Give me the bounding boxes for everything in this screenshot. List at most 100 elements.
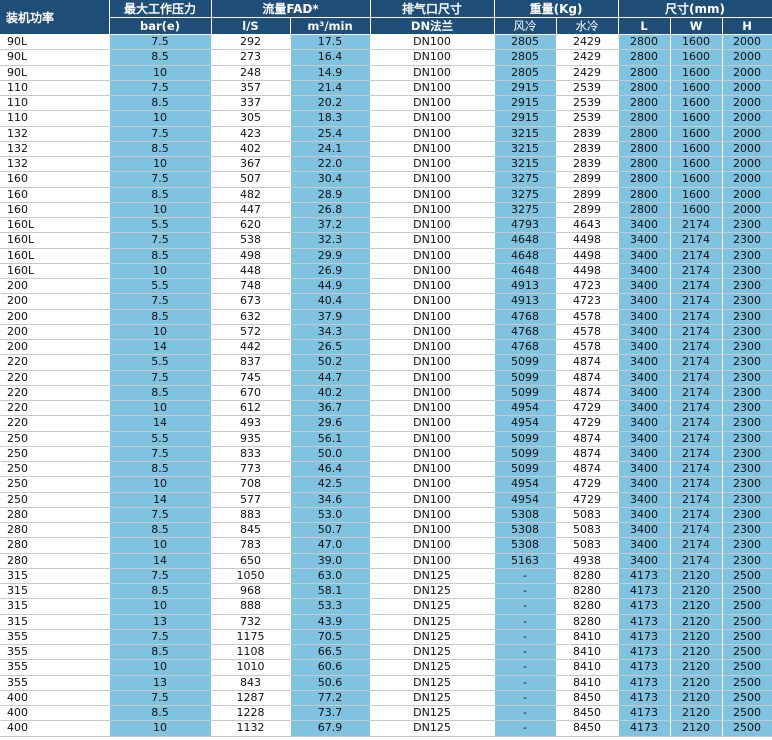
- cell-pressure: 10: [109, 400, 212, 417]
- cell-outlet: DN125: [370, 675, 495, 691]
- cell-weight-water: 2899: [556, 202, 619, 219]
- cell-weight-air: 3275: [494, 187, 557, 203]
- table-row: 200 10 572 34.3 DN100 4768 4578 3400 2174 2300: [0, 324, 772, 341]
- cell-weight-air: 2805: [494, 65, 557, 81]
- cell-flow-m3: 50.0: [290, 446, 371, 463]
- cell-flow-m3: 22.0: [290, 156, 371, 173]
- cell-flow-ls: 447: [211, 202, 291, 219]
- cell-power: 355: [0, 675, 110, 691]
- cell-dim-h: 2300: [722, 415, 772, 432]
- cell-dim-w: 2174: [670, 431, 723, 447]
- cell-flow-m3: 63.0: [290, 568, 371, 585]
- cell-pressure: 10: [109, 324, 212, 341]
- table-row: 132 10 367 22.0 DN100 3215 2839 2800 1600 2000: [0, 156, 772, 173]
- cell-dim-h: 2500: [722, 598, 772, 615]
- cell-dim-l: 3400: [618, 370, 671, 386]
- cell-flow-m3: 60.6: [290, 659, 371, 676]
- cell-pressure: 5.5: [109, 217, 212, 234]
- cell-power: 200: [0, 309, 110, 325]
- cell-weight-water: 8410: [556, 629, 619, 646]
- cell-dim-h: 2300: [722, 324, 772, 341]
- cell-flow-ls: 673: [211, 293, 291, 310]
- cell-pressure: 8.5: [109, 141, 212, 158]
- cell-dim-h: 2500: [722, 629, 772, 646]
- cell-weight-water: 4938: [556, 553, 619, 569]
- cell-power: 90L: [0, 34, 110, 51]
- cell-dim-h: 2500: [722, 675, 772, 691]
- cell-dim-l: 3400: [618, 400, 671, 417]
- table-row: 220 7.5 745 44.7 DN100 5099 4874 3400 2174 2300: [0, 370, 772, 386]
- cell-flow-m3: 34.3: [290, 324, 371, 341]
- cell-dim-l: 3400: [618, 537, 671, 554]
- cell-weight-air: 2915: [494, 95, 557, 112]
- cell-flow-ls: 612: [211, 400, 291, 417]
- cell-flow-ls: 337: [211, 95, 291, 112]
- cell-dim-l: 2800: [618, 49, 671, 66]
- cell-flow-ls: 883: [211, 507, 291, 524]
- cell-outlet: DN100: [370, 385, 495, 402]
- table-row: 250 10 708 42.5 DN100 4954 4729 3400 2174 2300: [0, 476, 772, 493]
- spec-table: 装机功率 最大工作压力 流量FAD* 排气口尺寸 重量(Kg) 尺寸(mm) b…: [0, 0, 772, 737]
- cell-flow-m3: 16.4: [290, 49, 371, 66]
- cell-flow-ls: 423: [211, 126, 291, 142]
- cell-dim-h: 2500: [722, 644, 772, 661]
- cell-dim-h: 2300: [722, 476, 772, 493]
- cell-power: 280: [0, 507, 110, 524]
- cell-dim-l: 3400: [618, 339, 671, 356]
- cell-outlet: DN100: [370, 415, 495, 432]
- cell-power: 220: [0, 370, 110, 386]
- cell-dim-h: 2300: [722, 278, 772, 295]
- cell-weight-water: 4729: [556, 400, 619, 417]
- header-pressure-unit: bar(e): [109, 17, 212, 35]
- table-row: 250 14 577 34.6 DN100 4954 4729 3400 2174 2300: [0, 492, 772, 508]
- cell-pressure: 13: [109, 614, 212, 630]
- cell-weight-water: 8410: [556, 659, 619, 676]
- cell-dim-l: 4173: [618, 659, 671, 676]
- cell-pressure: 14: [109, 415, 212, 432]
- table-row: 315 7.5 1050 63.0 DN125-8280 4173 2120 2500: [0, 568, 772, 585]
- cell-power: 90L: [0, 65, 110, 81]
- cell-outlet: DN100: [370, 446, 495, 463]
- table-row: 90L 7.5 292 17.5 DN100 2805 2429 2800 1600 2000: [0, 34, 772, 51]
- cell-pressure: 8.5: [109, 385, 212, 402]
- cell-dim-h: 2300: [722, 431, 772, 447]
- cell-flow-ls: 498: [211, 248, 291, 264]
- cell-flow-m3: 46.4: [290, 461, 371, 478]
- cell-dim-h: 2000: [722, 187, 772, 203]
- cell-weight-water: 4874: [556, 370, 619, 386]
- cell-flow-ls: 935: [211, 431, 291, 447]
- cell-outlet: DN100: [370, 232, 495, 249]
- cell-weight-water: 8280: [556, 568, 619, 585]
- cell-dim-w: 2174: [670, 507, 723, 524]
- cell-dim-l: 3400: [618, 415, 671, 432]
- table-row: 160 10 447 26.8 DN100 3275 2899 2800 1600 2000: [0, 202, 772, 219]
- cell-power: 220: [0, 415, 110, 432]
- cell-pressure: 7.5: [109, 568, 212, 585]
- cell-dim-w: 2174: [670, 537, 723, 554]
- cell-outlet: DN125: [370, 614, 495, 630]
- cell-outlet: DN100: [370, 354, 495, 371]
- cell-pressure: 10: [109, 598, 212, 615]
- table-row: 200 7.5 673 40.4 DN100 4913 4723 3400 2174 2300: [0, 293, 772, 310]
- header-dim-w: W: [670, 17, 723, 35]
- cell-flow-ls: 538: [211, 232, 291, 249]
- cell-dim-h: 2000: [722, 95, 772, 112]
- cell-dim-h: 2000: [722, 65, 772, 81]
- cell-dim-h: 2300: [722, 309, 772, 325]
- cell-pressure: 14: [109, 553, 212, 569]
- cell-dim-w: 2174: [670, 354, 723, 371]
- cell-flow-m3: 67.9: [290, 720, 371, 737]
- cell-power: 160L: [0, 217, 110, 234]
- cell-pressure: 8.5: [109, 522, 212, 539]
- cell-flow-m3: 30.4: [290, 171, 371, 188]
- cell-weight-air: 4954: [494, 400, 557, 417]
- cell-outlet: DN100: [370, 141, 495, 158]
- cell-dim-h: 2300: [722, 370, 772, 386]
- cell-flow-m3: 50.7: [290, 522, 371, 539]
- table-row: 132 8.5 402 24.1 DN100 3215 2839 2800 1600 2000: [0, 141, 772, 158]
- cell-dim-l: 2800: [618, 202, 671, 219]
- cell-flow-ls: 670: [211, 385, 291, 402]
- cell-weight-water: 4729: [556, 492, 619, 508]
- cell-weight-air: 5099: [494, 461, 557, 478]
- cell-dim-h: 2000: [722, 171, 772, 188]
